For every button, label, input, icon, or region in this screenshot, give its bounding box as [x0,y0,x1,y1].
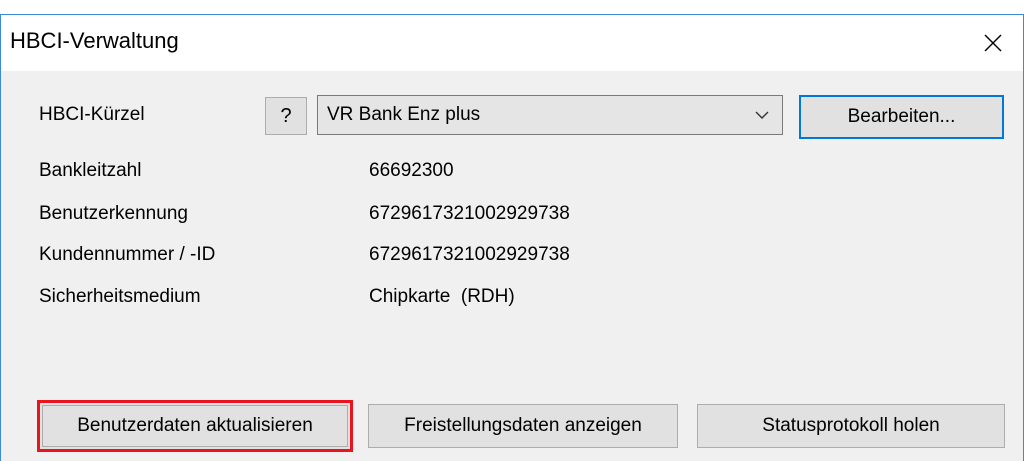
help-button[interactable]: ? [265,97,307,135]
kundennummer-label: Kundennummer / -ID [39,244,216,265]
sicherheitsmedium-value: Chipkarte (RDH) [369,286,515,307]
edit-button-label: Bearbeiten... [847,106,956,127]
update-user-data-button-face[interactable]: Benutzerdaten aktualisieren [42,405,348,447]
get-status-log-button[interactable]: Statusprotokoll holen [697,404,1005,448]
close-icon [984,34,1002,52]
hbci-kuerzel-label: HBCI-Kürzel [39,104,145,125]
window-title: HBCI-Verwaltung [10,28,179,53]
get-status-log-label: Statusprotokoll holen [762,415,940,436]
show-release-data-button[interactable]: Freistellungsdaten anzeigen [368,404,678,448]
edit-button[interactable]: Bearbeiten... [799,95,1004,139]
bank-select-value: VR Bank Enz plus [327,104,481,125]
help-button-label: ? [280,104,292,127]
benutzerkennung-value: 6729617321002929738 [369,203,570,224]
hbci-dialog: HBCI-Verwaltung HBCI-Kürzel ? VR Bank En… [0,14,1024,461]
chevron-down-icon [755,111,769,119]
screen: HBCI-Verwaltung HBCI-Kürzel ? VR Bank En… [0,0,1024,461]
sicherheitsmedium-label: Sicherheitsmedium [39,286,201,307]
kundennummer-value: 6729617321002929738 [369,244,570,265]
close-button[interactable] [963,15,1023,71]
show-release-data-label: Freistellungsdaten anzeigen [404,415,642,436]
update-user-data-button[interactable]: Benutzerdaten aktualisieren [37,400,353,452]
bankleitzahl-value: 66692300 [369,160,454,181]
bankleitzahl-label: Bankleitzahl [39,160,142,181]
title-bar[interactable]: HBCI-Verwaltung [1,15,1023,71]
benutzerkennung-label: Benutzerkennung [39,203,188,224]
bank-select[interactable]: VR Bank Enz plus [317,95,783,135]
update-user-data-label: Benutzerdaten aktualisieren [77,415,313,436]
